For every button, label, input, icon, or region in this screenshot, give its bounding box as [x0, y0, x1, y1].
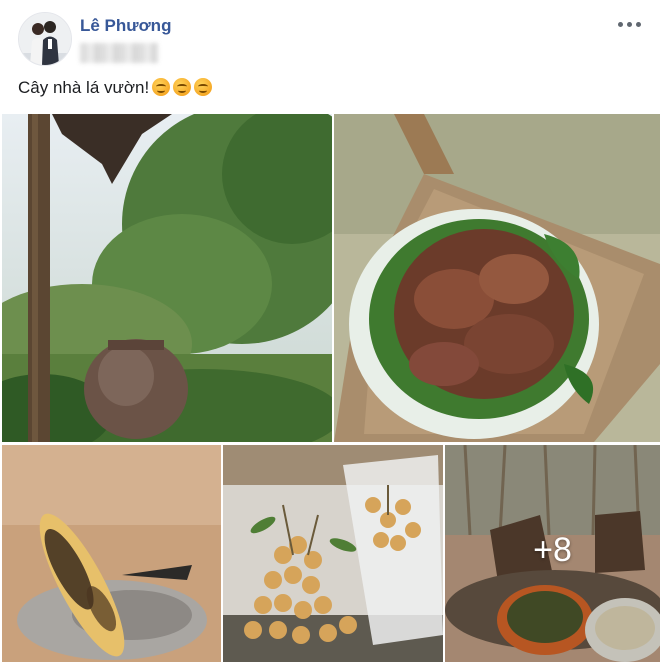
- smiling-face-icon: [152, 78, 171, 96]
- post-timestamp-blurred: [80, 43, 158, 63]
- post-photo-1[interactable]: [2, 114, 332, 442]
- author-avatar[interactable]: [18, 12, 72, 66]
- caption-text: Cây nhà lá vườn!: [18, 78, 150, 97]
- post-photo-4[interactable]: [223, 445, 443, 662]
- post-photo-3[interactable]: [2, 445, 221, 662]
- smiling-face-icon: [173, 78, 192, 96]
- ellipsis-icon: [618, 22, 623, 27]
- facebook-post: Lê Phương Cây nhà lá vườn! +8: [0, 0, 660, 662]
- post-photo-2[interactable]: [334, 114, 660, 442]
- more-options-button[interactable]: [616, 14, 644, 34]
- more-photos-count[interactable]: +8: [445, 531, 660, 570]
- author-name[interactable]: Lê Phương: [80, 16, 171, 36]
- post-header: Lê Phương: [0, 0, 660, 70]
- post-caption: Cây nhà lá vườn!: [18, 76, 213, 100]
- smiling-face-icon: [194, 78, 213, 96]
- post-photo-5[interactable]: +8: [445, 445, 660, 662]
